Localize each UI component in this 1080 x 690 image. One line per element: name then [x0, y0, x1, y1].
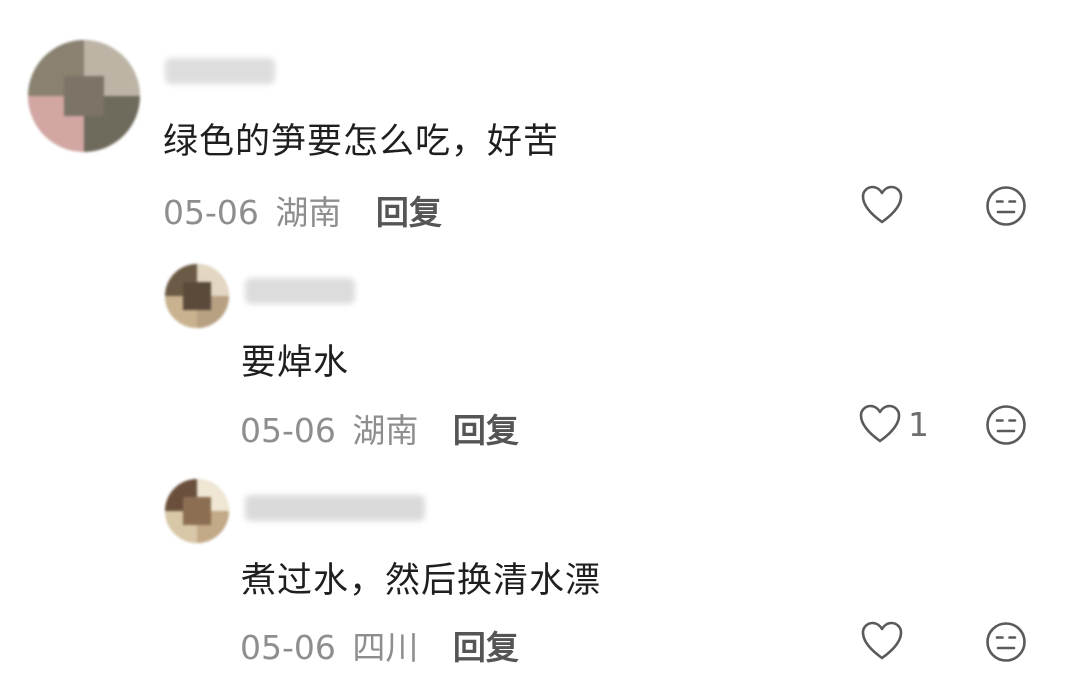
avatar[interactable]	[165, 264, 229, 328]
comment-date: 05-06	[163, 193, 259, 232]
dislike-button[interactable]	[985, 404, 1027, 446]
like-button[interactable]: 1	[858, 403, 929, 445]
comment-date: 05-06	[240, 628, 336, 667]
heart-outline-icon	[860, 620, 904, 662]
username-blurred[interactable]	[165, 58, 275, 84]
comment-meta: 05-06 湖南 回复	[163, 186, 442, 234]
comment-meta: 05-06 四川 回复	[240, 621, 519, 669]
like-button[interactable]	[860, 620, 910, 662]
dislike-button[interactable]	[985, 185, 1027, 227]
comment-text: 要焯水	[241, 343, 350, 383]
comment-date: 05-06	[240, 411, 336, 450]
heart-outline-icon	[858, 403, 902, 445]
neutral-face-icon	[985, 404, 1027, 446]
username-blurred[interactable]	[245, 278, 355, 304]
like-button[interactable]	[860, 184, 910, 226]
dislike-button[interactable]	[985, 621, 1027, 663]
comment-text: 绿色的笋要怎么吃，好苦	[163, 122, 560, 162]
comment-meta: 05-06 湖南 回复	[240, 404, 519, 452]
comment-item: 绿色的笋要怎么吃，好苦 05-06 湖南 回复	[0, 0, 1080, 250]
heart-outline-icon	[860, 184, 904, 226]
comment-location: 湖南	[275, 193, 342, 232]
comment-thread: 绿色的笋要怎么吃，好苦 05-06 湖南 回复 要焯水 05-06 湖南 回复 …	[0, 0, 1080, 690]
comment-location: 四川	[352, 628, 419, 667]
reply-item: 要焯水 05-06 湖南 回复 1	[0, 250, 1080, 465]
reply-item: 煮过水，然后换清水漂 05-06 四川 回复	[0, 465, 1080, 690]
username-blurred[interactable]	[245, 495, 425, 521]
reply-button[interactable]: 回复	[453, 411, 519, 450]
reply-button[interactable]: 回复	[453, 628, 519, 667]
neutral-face-icon	[985, 621, 1027, 663]
like-count: 1	[908, 404, 929, 444]
comment-text: 煮过水，然后换清水漂	[241, 561, 602, 601]
reply-button[interactable]: 回复	[376, 193, 442, 232]
comment-location: 湖南	[352, 411, 419, 450]
avatar[interactable]	[28, 40, 140, 152]
neutral-face-icon	[985, 185, 1027, 227]
avatar[interactable]	[165, 479, 229, 543]
